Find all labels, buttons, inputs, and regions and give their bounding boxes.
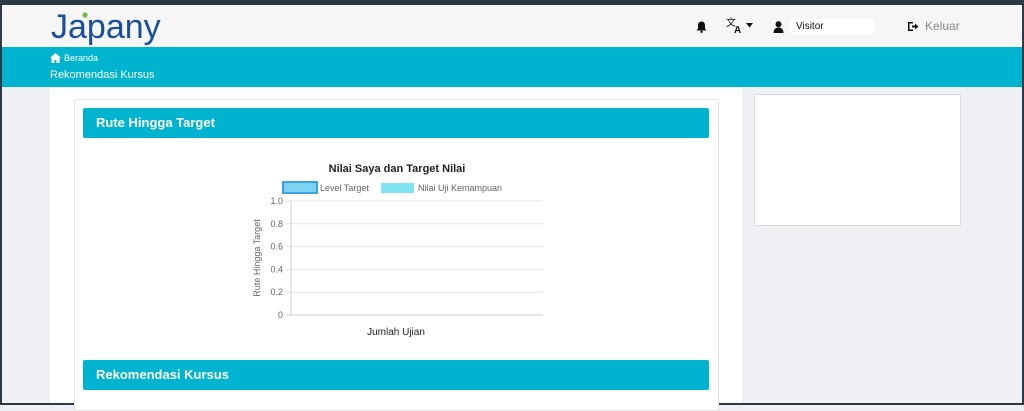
user-menu[interactable]: Visitor <box>773 19 874 34</box>
legend-swatch-level-target[interactable] <box>282 181 318 194</box>
chart-x-axis-label: Jumlah Ujian <box>367 327 425 338</box>
chart-y-tick-label: 1.0 <box>270 196 283 206</box>
caret-down-icon <box>746 22 753 27</box>
logo-dot <box>82 12 88 18</box>
legend-swatch-nilai-uji[interactable] <box>381 183 414 193</box>
user-name: Visitor <box>790 19 874 34</box>
logo-text: Japany <box>51 8 161 46</box>
chart-y-ticks: 1.0 0.8 0.6 0.4 0.2 0 <box>270 196 283 320</box>
chart-y-axis-label: Rute Hingga Target <box>252 219 262 297</box>
legend-label-level-target: Level Target <box>320 183 369 193</box>
breadcrumb-bar: Beranda Rekomendasi Kursus <box>2 47 1022 87</box>
chart-grid <box>286 200 543 316</box>
chart-y-tick-label: 0 <box>278 310 283 320</box>
top-navbar: Japany 文 A Visitor Keluar <box>2 5 1022 47</box>
logout-icon <box>908 21 919 31</box>
chart-y-tick-label: 0.4 <box>270 264 283 274</box>
translate-icon: 文 A <box>726 16 741 34</box>
home-icon <box>50 53 61 63</box>
chart-y-tick-label: 0.6 <box>270 242 283 252</box>
route-card-header: Rute Hingga Target <box>83 108 709 138</box>
breadcrumb-home-label: Beranda <box>64 53 99 63</box>
breadcrumb-home-link[interactable]: Beranda <box>50 53 98 63</box>
legend-label-nilai-uji: Nilai Uji Kemampuan <box>418 183 502 193</box>
courses-card-header: Rekomendasi Kursus <box>83 360 709 390</box>
target-chart: Nilai Saya dan Target Nilai Level Target… <box>252 163 543 338</box>
svg-text:A: A <box>734 25 741 34</box>
chart-y-tick-label: 0.2 <box>270 287 283 297</box>
japany-logo[interactable]: Japany <box>50 7 175 47</box>
bell-icon[interactable] <box>696 20 707 38</box>
language-selector[interactable]: 文 A <box>726 16 753 34</box>
chart-y-tick-label: 0.8 <box>270 219 283 229</box>
page-title: Rekomendasi Kursus <box>50 69 155 81</box>
logout-button[interactable]: Keluar <box>907 19 960 33</box>
side-panel <box>754 94 961 226</box>
logout-label: Keluar <box>925 19 960 33</box>
chart-title: Nilai Saya dan Target Nilai <box>329 163 466 175</box>
user-icon <box>773 20 784 33</box>
